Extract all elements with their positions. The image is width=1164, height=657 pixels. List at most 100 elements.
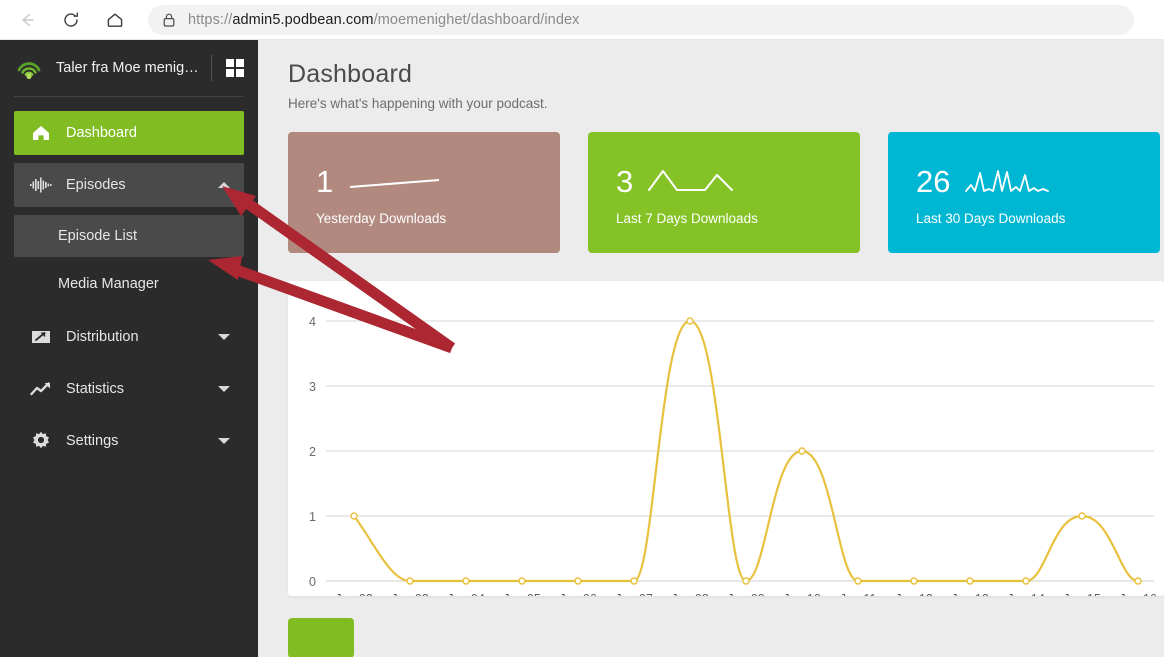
downloads-chart-card: 4 3 2 1 0 [288, 281, 1164, 596]
url-text: https://admin5.podbean.com/moemenighet/d… [188, 12, 580, 28]
downloads-line-chart[interactable]: 4 3 2 1 0 [288, 281, 1164, 596]
data-point [1134, 577, 1142, 585]
data-point [798, 447, 806, 455]
sidebar-item-statistics[interactable]: Statistics [14, 367, 244, 411]
data-point [1078, 512, 1086, 520]
reload-icon [64, 12, 78, 27]
data-point [854, 577, 862, 585]
sidebar-item-dashboard[interactable]: Dashboard [14, 111, 244, 155]
sidebar-item-episode-list[interactable]: Episode List [14, 215, 244, 257]
url-host: admin5.podbean.com [232, 11, 374, 28]
x-tick-label: Jan 16 [1119, 592, 1157, 596]
lock-icon [162, 12, 176, 28]
back-button[interactable] [10, 3, 44, 37]
brand-name: Taler fra Moe menig… [56, 60, 199, 76]
y-tick-label: 0 [309, 575, 316, 589]
share-icon [28, 328, 54, 346]
chevron-down-icon[interactable] [218, 334, 230, 340]
sidebar-nav: Dashboard Episodes Episode List Media Ma… [0, 97, 258, 463]
chevron-down-icon[interactable] [218, 438, 230, 444]
grid-apps-icon[interactable] [225, 59, 244, 77]
sidebar: Taler fra Moe menig… Dashboard Episodes … [0, 40, 258, 657]
x-tick-label: Jan 03 [391, 592, 429, 596]
data-point [462, 577, 470, 585]
trend-up-icon [28, 381, 54, 397]
stat-card-top: 3 [616, 162, 860, 200]
x-tick-label: Jan 09 [727, 592, 765, 596]
main-content: Dashboard Here's what's happening with y… [258, 40, 1164, 657]
stat-card-row: 1 Yesterday Downloads 3 Last 7 Days Down… [288, 132, 1164, 253]
sidebar-item-settings[interactable]: Settings [14, 419, 244, 463]
stat-card-yesterday[interactable]: 1 Yesterday Downloads [288, 132, 560, 253]
stat-value: 3 [616, 163, 634, 199]
chevron-up-icon[interactable] [218, 182, 230, 188]
y-tick-label: 3 [309, 380, 316, 394]
audio-wave-icon [28, 177, 54, 193]
page-viewport: Taler fra Moe menig… Dashboard Episodes … [0, 40, 1164, 657]
sidebar-item-label: Statistics [66, 381, 125, 397]
sidebar-item-label: Episodes [66, 177, 126, 193]
stat-card-top: 26 [916, 162, 1160, 200]
gear-icon [28, 431, 54, 451]
x-tick-label: Jan 06 [559, 592, 597, 596]
stat-label: Last 30 Days Downloads [916, 211, 1066, 226]
data-point [966, 577, 974, 585]
reload-button[interactable] [54, 3, 88, 37]
x-tick-label: Jan 08 [671, 592, 709, 596]
flat-line-sparkline-icon [350, 179, 440, 188]
sidebar-item-media-manager[interactable]: Media Manager [14, 263, 244, 305]
x-tick-label: Jan 04 [447, 592, 485, 596]
url-path: /moemenighet/dashboard/index [373, 11, 580, 28]
address-bar[interactable]: https://admin5.podbean.com/moemenighet/d… [148, 4, 1134, 35]
back-arrow-icon [22, 13, 34, 26]
peak-line-sparkline-icon [648, 170, 734, 191]
bottom-green-card[interactable] [288, 618, 354, 657]
sidebar-brand[interactable]: Taler fra Moe menig… [0, 40, 258, 96]
data-point [630, 577, 638, 585]
sidebar-item-label: Dashboard [66, 125, 137, 141]
browser-toolbar: https://admin5.podbean.com/moemenighet/d… [0, 0, 1164, 40]
stat-label: Last 7 Days Downloads [616, 211, 758, 226]
data-point [518, 577, 526, 585]
x-tick-label: Jan 07 [615, 592, 653, 596]
page-subtitle: Here's what's happening with your podcas… [288, 96, 548, 111]
multi-peak-sparkline-icon [965, 170, 1050, 192]
chart-x-axis-labels: Jan 02 Jan 03 Jan 04 Jan 05 Jan 06 Jan 0… [335, 592, 1157, 596]
sidebar-item-episodes[interactable]: Episodes [14, 163, 244, 207]
home-icon [28, 124, 54, 142]
home-icon [107, 13, 123, 27]
stat-card-last-7-days[interactable]: 3 Last 7 Days Downloads [588, 132, 860, 253]
sidebar-subitem-label: Episode List [58, 228, 137, 244]
y-tick-label: 1 [309, 510, 316, 524]
chart-gridlines [326, 320, 1154, 582]
x-tick-label: Jan 14 [1007, 592, 1045, 596]
x-tick-label: Jan 05 [503, 592, 541, 596]
stat-label: Yesterday Downloads [316, 211, 447, 226]
sidebar-item-label: Distribution [66, 329, 139, 345]
data-point [406, 577, 414, 585]
chart-y-axis-labels: 4 3 2 1 0 [309, 315, 316, 589]
podcast-signal-icon [14, 55, 44, 81]
data-point [350, 512, 358, 520]
data-point [910, 577, 918, 585]
page-title: Dashboard [288, 60, 413, 88]
y-tick-label: 4 [309, 315, 316, 329]
stat-card-last-30-days[interactable]: 26 Last 30 Days Downloads [888, 132, 1160, 253]
x-tick-label: Jan 12 [895, 592, 933, 596]
y-tick-label: 2 [309, 445, 316, 459]
stat-card-top: 1 [316, 162, 560, 200]
url-scheme: https:// [188, 11, 233, 28]
sidebar-item-label: Settings [66, 433, 119, 449]
stat-value: 26 [916, 163, 951, 199]
chevron-down-icon[interactable] [218, 386, 230, 392]
x-tick-label: Jan 11 [840, 592, 877, 596]
data-point [686, 317, 694, 325]
brand-divider-vertical [210, 55, 212, 81]
x-tick-label: Jan 13 [951, 592, 989, 596]
sidebar-item-distribution[interactable]: Distribution [14, 315, 244, 359]
home-button[interactable] [98, 3, 132, 37]
data-point [574, 577, 582, 585]
x-tick-label: Jan 02 [335, 592, 373, 596]
data-point [742, 577, 750, 585]
x-tick-label: Jan 10 [783, 592, 821, 596]
